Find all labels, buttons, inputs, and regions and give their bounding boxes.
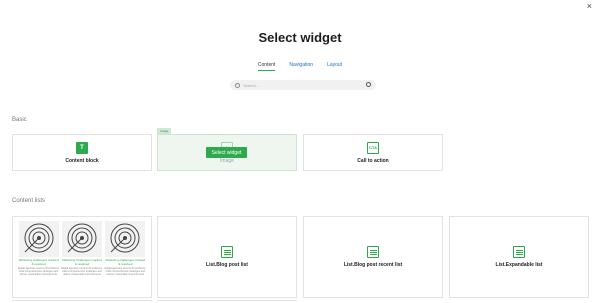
search-submit-icon[interactable] xyxy=(366,82,371,87)
widget-card-expandable-list[interactable]: List.Expandable list xyxy=(449,216,589,298)
widget-hover-badge: Image xyxy=(157,128,172,134)
search-bar xyxy=(230,80,376,90)
widget-label: List.Expandable list xyxy=(495,262,543,268)
widget-label: Image xyxy=(220,157,234,164)
select-widget-button[interactable]: Select widget xyxy=(206,147,247,158)
close-icon[interactable]: × xyxy=(587,2,592,11)
target-icon xyxy=(61,221,102,257)
widget-card-blog-post-list[interactable]: List.Blog post list xyxy=(157,216,297,298)
blog-item-title: Marketing challenges cracked & resolved xyxy=(18,258,59,266)
section-label-basic: Basic xyxy=(12,117,27,123)
blog-item-description: Digital agencies need to ID problems, bu… xyxy=(104,267,147,277)
text-block-icon: T xyxy=(76,141,88,154)
widget-card-blog-preview[interactable]: Marketing challenges cracked & resolved … xyxy=(12,216,152,298)
widget-card-blog-post-recent-list[interactable]: List.Blog post recent list xyxy=(303,216,443,298)
tab-content[interactable]: Content xyxy=(257,62,276,71)
blog-preview-item: Marketing challenges cracked & resolved … xyxy=(61,221,103,293)
widget-category-tabs: Content Navigation Layout xyxy=(0,62,600,71)
call-to-action-icon: CTA xyxy=(367,141,379,154)
list-icon xyxy=(221,246,233,258)
tab-layout[interactable]: Layout xyxy=(327,62,342,71)
blog-preview-item: Marketing challenges cracked & resolved … xyxy=(104,221,146,293)
page-title: Select widget xyxy=(258,30,342,45)
widget-label: Content block xyxy=(65,157,99,164)
widget-card-content-block[interactable]: T Content block xyxy=(12,134,152,171)
section-label-content-lists: Content lists xyxy=(12,198,46,204)
blog-item-description: Digital agencies need to ID problems, bu… xyxy=(61,267,103,277)
list-icon xyxy=(367,246,379,258)
widget-label: List.Blog post recent list xyxy=(343,262,403,268)
widget-card-call-to-action[interactable]: CTA Call to action xyxy=(303,134,443,171)
widget-label: List.Blog post list xyxy=(206,262,248,268)
list-icon xyxy=(513,246,525,258)
target-icon xyxy=(18,221,59,257)
blog-preview-item: Marketing challenges cracked & resolved … xyxy=(18,221,60,293)
tab-navigation[interactable]: Navigation xyxy=(289,62,313,71)
search-icon xyxy=(235,82,240,88)
search-input[interactable] xyxy=(243,82,363,88)
widget-label: Call to action xyxy=(357,157,389,164)
blog-item-title: Marketing challenges cracked & resolved xyxy=(62,258,102,266)
blog-item-title: Marketing challenges cracked & resolved xyxy=(105,258,146,266)
target-icon xyxy=(105,221,146,257)
blog-item-description: Digital agencies need to ID problems, bu… xyxy=(17,267,60,277)
